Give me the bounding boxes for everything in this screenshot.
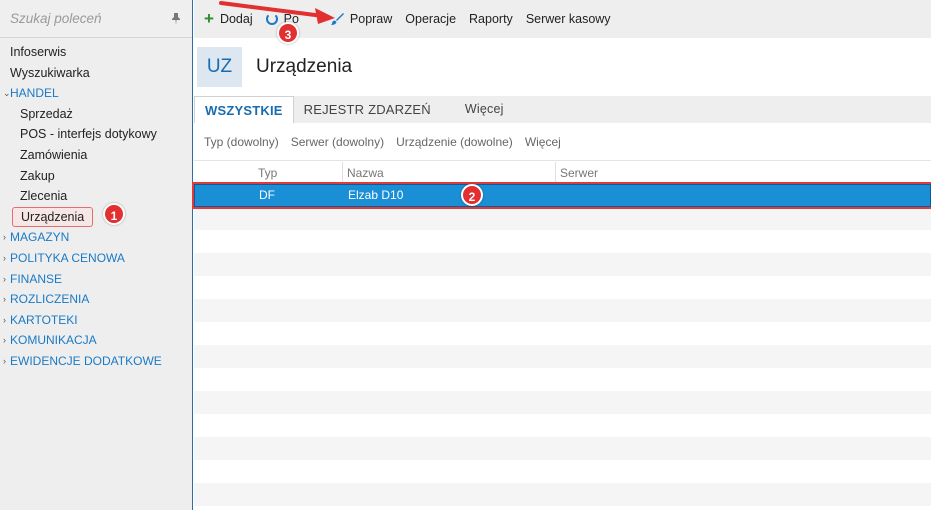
sidebar-section-magazyn[interactable]: › MAGAZYN [0,227,192,248]
filter-server[interactable]: Serwer (dowolny) [291,135,384,149]
sidebar-item-infoserwis[interactable]: Infoserwis [0,42,192,63]
empty-row [194,414,931,437]
empty-row [194,437,931,460]
chevron-right-icon: › [3,355,6,366]
reports-button-label: Raporty [469,12,513,26]
column-header-server[interactable]: Serwer [556,162,931,183]
sidebar-item-label: Sprzedaż [20,106,73,121]
sidebar-item-label: Zamówienia [20,147,88,162]
sidebar-item-label: POS - interfejs dotykowy [20,127,157,142]
search-box[interactable]: Szukaj poleceń [0,0,192,38]
module-badge: UZ [197,47,242,87]
column-header-type[interactable]: Typ [254,162,343,183]
chevron-right-icon: › [3,252,6,263]
filter-bar: Typ (dowolny) Serwer (dowolny) Urządzeni… [194,123,931,161]
devices-table: Typ Nazwa Serwer DF Elzab D10 [192,162,931,506]
tab-more[interactable]: Więcej [455,96,514,123]
sidebar-item-label: Urządzenia [12,206,94,227]
tab-all[interactable]: WSZYSTKIE [194,96,294,123]
empty-row [194,276,931,299]
table-row[interactable]: DF Elzab D10 [192,182,931,209]
row-spacer [195,185,255,206]
nav-menu: Infoserwis Wyszukiwarka ⌄ HANDEL Sprzedaż… [0,38,192,372]
pin-icon[interactable] [170,12,182,26]
empty-row [194,391,931,414]
empty-row [194,460,931,483]
sidebar-section-handel[interactable]: ⌄ HANDEL [0,83,192,104]
sidebar-item-zlecenia[interactable]: Zlecenia [0,186,192,207]
sidebar-item-zakup[interactable]: Zakup [0,166,192,187]
reports-button[interactable]: Raporty [469,12,513,26]
tab-bar: WSZYSTKIE REJESTR ZDARZEŃ Więcej [194,96,931,123]
sidebar-item-label: KARTOTEKI [10,312,78,327]
annotation-badge-3: 3 [277,22,299,44]
empty-row [194,230,931,253]
operations-button-label: Operacje [405,12,457,26]
sidebar-item-label: MAGAZYN [10,230,70,245]
sidebar-item-label: Infoserwis [10,45,67,59]
page-header: UZ Urządzenia [194,38,931,96]
cell-server [557,185,930,206]
sidebar-item-label: Wyszukiwarka [10,65,90,80]
page-title: Urządzenia [256,56,353,77]
sidebar-section-finanse[interactable]: › FINANSE [0,269,192,290]
sidebar-item-wyszukiwarka[interactable]: Wyszukiwarka [0,63,192,84]
sidebar-item-urzadzenia[interactable]: Urządzenia [0,206,192,228]
sidebar-item-label: ROZLICZENIA [10,292,90,307]
operations-button[interactable]: Operacje [405,12,456,26]
tab-event-register[interactable]: REJESTR ZDARZEŃ [294,96,441,123]
chevron-right-icon: › [3,232,6,243]
sidebar-section-polityka-cenowa[interactable]: › POLITYKA CENOWA [0,248,192,269]
sidebar-section-komunikacja[interactable]: › KOMUNIKACJA [0,330,192,351]
column-header-name[interactable]: Nazwa [343,162,556,183]
sidebar-item-label: EWIDENCJE DODATKOWE [10,353,162,368]
empty-row [194,483,931,506]
column-spacer [194,162,254,183]
sidebar-item-label: POLITYKA CENOWA [10,250,125,265]
cell-name: Elzab D10 [348,188,404,202]
sidebar-item-label: Zlecenia [20,189,68,204]
cash-server-button-label: Serwer kasowy [525,12,611,26]
sidebar-item-sprzedaz[interactable]: Sprzedaż [0,104,192,125]
empty-row [194,345,931,368]
table-header: Typ Nazwa Serwer [194,162,931,184]
filter-more[interactable]: Więcej [525,135,561,149]
sidebar-item-label: FINANSE [10,271,63,286]
chevron-right-icon: › [3,294,6,305]
empty-row [194,368,931,391]
sidebar-item-zamowienia[interactable]: Zamówienia [0,145,192,166]
table-body: DF Elzab D10 [192,182,931,506]
chevron-down-icon: ⌄ [3,88,11,99]
filter-device[interactable]: Urządzenie (dowolne) [396,135,513,149]
sidebar-section-rozliczenia[interactable]: › ROZLICZENIA [0,289,192,310]
sidebar-item-label: HANDEL [10,86,59,101]
empty-row [194,253,931,276]
chevron-right-icon: › [3,314,6,325]
sidebar-item-label: KOMUNIKACJA [10,333,97,348]
cash-server-button[interactable]: Serwer kasowy [526,12,611,26]
sidebar-section-kartoteki[interactable]: › KARTOTEKI [0,310,192,331]
sidebar-section-ewidencje-dodatkowe[interactable]: › EWIDENCJE DODATKOWE [0,351,192,372]
chevron-right-icon: › [3,335,6,346]
sidebar: Szukaj poleceń Infoserwis Wyszukiwarka ⌄… [0,0,193,510]
annotation-badge-1: 1 [103,203,125,225]
search-input[interactable]: Szukaj poleceń [10,11,102,26]
sidebar-item-pos[interactable]: POS - interfejs dotykowy [0,124,192,145]
empty-row [194,299,931,322]
sidebar-item-label: Zakup [20,168,55,183]
annotation-badge-2: 2 [461,184,483,206]
filter-type[interactable]: Typ (dowolny) [204,135,279,149]
empty-row [194,207,931,230]
chevron-right-icon: › [3,273,6,284]
edit-button-label: Popraw [349,12,393,26]
plus-icon: + [204,9,214,28]
cell-type: DF [259,188,275,202]
empty-row [194,322,931,345]
